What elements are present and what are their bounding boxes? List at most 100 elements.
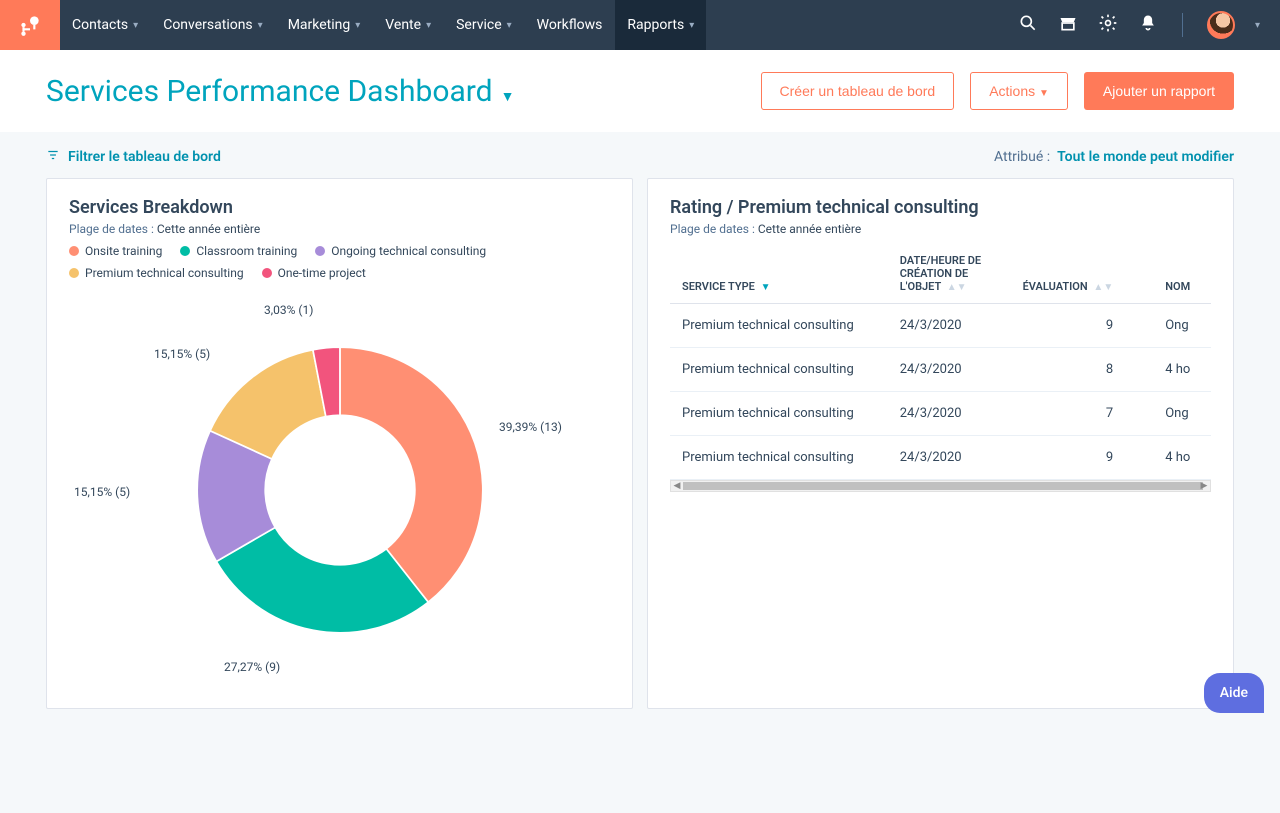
title-dropdown-caret-icon[interactable]: ▼ — [501, 89, 515, 105]
nav-item-rapports[interactable]: Rapports ▾ — [615, 0, 706, 50]
card-subtitle: Plage de dates : Cette année entière — [69, 222, 610, 236]
cell-service-type: Premium technical consulting — [670, 304, 888, 348]
nav-label: Vente — [385, 17, 421, 33]
rating-table-wrap: SERVICE TYPE ▼ DATE/HEURE DE CRÉATION DE… — [670, 244, 1211, 492]
chevron-down-icon: ▾ — [133, 20, 138, 31]
cell-evaluation: 8 — [998, 348, 1125, 392]
card-rating: Rating / Premium technical consulting Pl… — [647, 178, 1234, 709]
add-report-button[interactable]: Ajouter un rapport — [1084, 72, 1234, 110]
col-service-type[interactable]: SERVICE TYPE ▼ — [670, 244, 888, 304]
chevron-down-icon: ▾ — [689, 20, 694, 31]
filter-icon — [46, 148, 60, 166]
chevron-down-icon: ▾ — [258, 20, 263, 31]
sort-icon: ▲▼ — [1093, 282, 1113, 293]
sort-icon: ▲▼ — [947, 282, 967, 293]
nav-label: Contacts — [72, 17, 128, 33]
cell-created: 24/3/2020 — [888, 304, 998, 348]
horizontal-scrollbar[interactable]: ◀ ▶ — [670, 480, 1211, 492]
legend-dot-icon — [180, 246, 190, 256]
donut-svg — [170, 320, 510, 660]
chevron-down-icon: ▾ — [507, 20, 512, 31]
nav-label: Marketing — [288, 17, 351, 33]
donut-slice-label: 15,15% (5) — [74, 485, 130, 499]
search-icon[interactable] — [1018, 13, 1038, 37]
filter-dashboard-link[interactable]: Filtrer le tableau de bord — [68, 149, 221, 165]
sort-icon: ▼ — [761, 282, 771, 293]
card-title: Rating / Premium technical consulting — [670, 197, 1211, 218]
cell-service-type: Premium technical consulting — [670, 392, 888, 436]
divider — [1182, 13, 1183, 37]
hubspot-logo-icon — [17, 12, 43, 38]
nav-items: Contacts▾Conversations▾Marketing▾Vente▾S… — [60, 0, 706, 50]
cell-nom: Ong — [1125, 392, 1211, 436]
cell-evaluation: 7 — [998, 392, 1125, 436]
cell-service-type: Premium technical consulting — [670, 436, 888, 480]
nav-label: Rapports — [627, 17, 684, 33]
cell-created: 24/3/2020 — [888, 348, 998, 392]
nav-item-conversations[interactable]: Conversations ▾ — [151, 0, 275, 50]
col-nom[interactable]: NOM — [1125, 244, 1211, 304]
settings-gear-icon[interactable] — [1098, 13, 1118, 37]
scrollbar-thumb[interactable] — [683, 482, 1203, 490]
legend-dot-icon — [69, 268, 79, 278]
donut-slice-label: 3,03% (1) — [264, 303, 313, 317]
cell-service-type: Premium technical consulting — [670, 348, 888, 392]
dashboard-title[interactable]: Services Performance Dashboard▼ — [46, 74, 514, 109]
nav-item-vente[interactable]: Vente ▾ — [373, 0, 443, 50]
nav-item-contacts[interactable]: Contacts ▾ — [60, 0, 150, 50]
table-row[interactable]: Premium technical consulting24/3/20209On… — [670, 304, 1211, 348]
legend-dot-icon — [262, 268, 272, 278]
notifications-bell-icon[interactable] — [1138, 13, 1158, 37]
nav-utility-icons: ▾ — [1018, 11, 1280, 39]
legend-label: Premium technical consulting — [85, 266, 244, 280]
nav-label: Conversations — [163, 17, 252, 33]
nav-label: Service — [456, 17, 502, 33]
donut-slice-label: 39,39% (13) — [499, 420, 562, 434]
legend-label: Classroom training — [196, 244, 297, 258]
legend-label: One-time project — [278, 266, 366, 280]
legend-item[interactable]: Onsite training — [69, 244, 162, 258]
cell-evaluation: 9 — [998, 436, 1125, 480]
nav-item-marketing[interactable]: Marketing▾ — [276, 0, 373, 50]
legend-label: Ongoing technical consulting — [331, 244, 486, 258]
table-row[interactable]: Premium technical consulting24/3/20207On… — [670, 392, 1211, 436]
cell-nom: 4 ho — [1125, 348, 1211, 392]
help-button[interactable]: Aide — [1204, 673, 1264, 713]
table-row[interactable]: Premium technical consulting24/3/202094 … — [670, 436, 1211, 480]
top-nav: Contacts▾Conversations▾Marketing▾Vente▾S… — [0, 0, 1280, 50]
caret-down-icon: ▼ — [1039, 88, 1049, 99]
legend-dot-icon — [315, 246, 325, 256]
legend-item[interactable]: One-time project — [262, 266, 366, 280]
cell-nom: 4 ho — [1125, 436, 1211, 480]
donut-chart[interactable]: 39,39% (13)27,27% (9)15,15% (5)15,15% (5… — [69, 290, 610, 690]
scroll-right-icon[interactable]: ▶ — [1198, 481, 1210, 491]
marketplace-icon[interactable] — [1058, 13, 1078, 37]
filter-bar: Filtrer le tableau de bord Attribué : To… — [0, 132, 1280, 178]
legend-item[interactable]: Ongoing technical consulting — [315, 244, 486, 258]
rating-table: SERVICE TYPE ▼ DATE/HEURE DE CRÉATION DE… — [670, 244, 1211, 480]
actions-button[interactable]: Actions ▼ — [970, 72, 1068, 110]
legend-item[interactable]: Premium technical consulting — [69, 266, 244, 280]
cell-created: 24/3/2020 — [888, 436, 998, 480]
donut-slice-label: 27,27% (9) — [224, 660, 280, 674]
nav-item-service[interactable]: Service ▾ — [444, 0, 524, 50]
page-header: Services Performance Dashboard▼ Créer un… — [0, 50, 1280, 132]
col-evaluation[interactable]: ÉVALUATION ▲▼ — [998, 244, 1125, 304]
legend-label: Onsite training — [85, 244, 162, 258]
scroll-left-icon[interactable]: ◀ — [671, 481, 683, 491]
logo[interactable] — [0, 0, 60, 50]
cell-evaluation: 9 — [998, 304, 1125, 348]
table-row[interactable]: Premium technical consulting24/3/202084 … — [670, 348, 1211, 392]
chevron-down-icon[interactable]: ▾ — [1255, 20, 1260, 31]
cell-created: 24/3/2020 — [888, 392, 998, 436]
create-dashboard-button[interactable]: Créer un tableau de bord — [761, 72, 955, 110]
chevron-down-icon: ▾ — [426, 20, 431, 31]
user-avatar[interactable] — [1207, 11, 1235, 39]
attribution-link[interactable]: Tout le monde peut modifier — [1057, 149, 1234, 165]
attribution-label: Attribué : — [994, 149, 1057, 165]
nav-item-workflows[interactable]: Workflows — [525, 0, 615, 50]
legend-item[interactable]: Classroom training — [180, 244, 297, 258]
legend-dot-icon — [69, 246, 79, 256]
chart-legend: Onsite training Classroom training Ongoing… — [69, 244, 610, 280]
col-created[interactable]: DATE/HEURE DE CRÉATION DE L'OBJET ▲▼ — [888, 244, 998, 304]
